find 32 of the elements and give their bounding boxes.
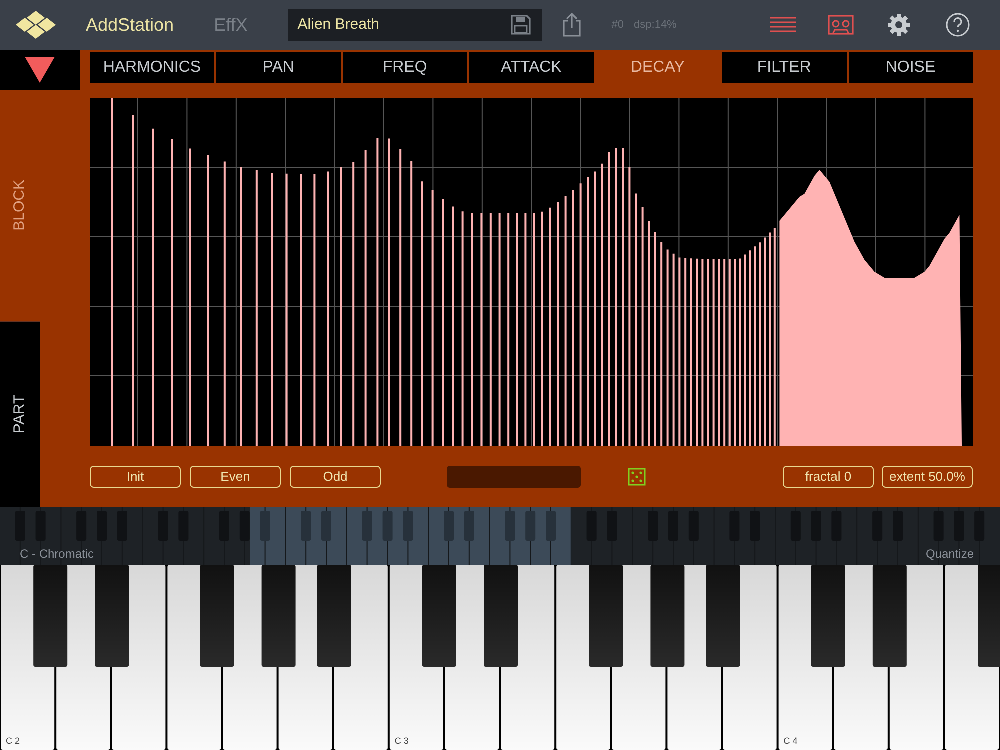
- tab[interactable]: FILTER: [722, 52, 847, 84]
- octave-label: C 3: [394, 734, 409, 748]
- cassette-icon[interactable]: [828, 15, 854, 35]
- settings-icon[interactable]: [887, 13, 911, 37]
- mini-keyboard[interactable]: C - Chromatic Quantize: [0, 507, 1000, 565]
- tab[interactable]: FREQ: [342, 52, 468, 84]
- value-button[interactable]: extent 50.0%: [882, 466, 973, 488]
- piano-keyboard-drawing[interactable]: [0, 565, 1000, 750]
- collapse-button[interactable]: [0, 50, 80, 90]
- side-tab[interactable]: BLOCK: [0, 90, 40, 320]
- scale-label[interactable]: C - Chromatic: [20, 545, 94, 563]
- tab[interactable]: NOISE: [848, 52, 973, 84]
- quantize-label[interactable]: Quantize: [926, 545, 974, 563]
- app-name[interactable]: AddStation: [86, 12, 174, 38]
- save-icon[interactable]: [510, 14, 532, 36]
- share-icon[interactable]: [562, 12, 582, 38]
- octave-label: C 2: [6, 734, 20, 748]
- tab[interactable]: HARMONICS: [90, 52, 214, 84]
- dice-icon[interactable]: [628, 468, 646, 486]
- preset-field[interactable]: Alien Breath: [288, 9, 542, 41]
- triangle-icon: [25, 57, 55, 83]
- help-icon[interactable]: [946, 13, 970, 37]
- tab[interactable]: ATTACK: [469, 52, 594, 84]
- preset-button[interactable]: Even: [190, 466, 281, 488]
- preset-button[interactable]: Odd: [290, 466, 381, 488]
- octave-label: C 4: [784, 734, 798, 748]
- value-button[interactable]: fractal 0: [783, 466, 874, 488]
- tab[interactable]: PAN: [216, 52, 341, 84]
- menu-icon[interactable]: [770, 17, 796, 33]
- side-tab[interactable]: PART: [0, 321, 40, 507]
- logo-icon[interactable]: [14, 11, 58, 39]
- preset-button[interactable]: Init: [90, 466, 181, 488]
